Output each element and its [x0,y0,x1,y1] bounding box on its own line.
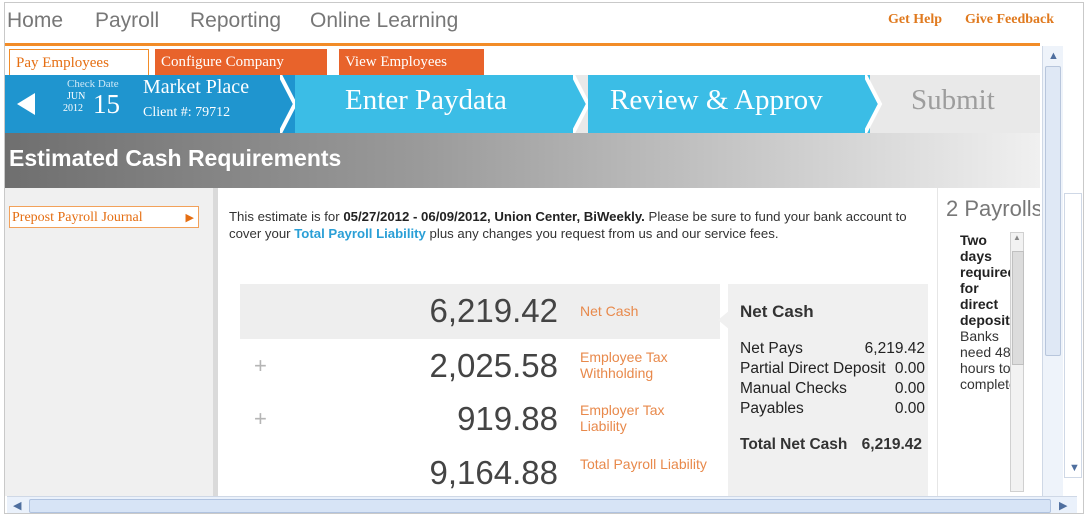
net-cash-detail-panel: Net Cash Net Pays 6,219.42 Partial Direc… [718,284,930,496]
nav-home[interactable]: Home [7,9,63,33]
horizontal-scrollbar[interactable]: ◀ ▶ [7,496,1077,513]
get-help-link[interactable]: Get Help [888,12,942,28]
net-cash-row: Partial Direct Deposit 0.00 [740,360,930,380]
amount-label: Employer Tax Liability [580,402,665,434]
outer-vertical-scrollbar[interactable]: ▼ [1064,193,1082,478]
scroll-down-icon[interactable]: ▼ [1069,462,1080,474]
step-submit-label: Submit [911,84,995,116]
notice-title: 2 Payrolls [946,196,1040,221]
vertical-scroll-thumb[interactable] [1045,66,1061,356]
total-label: Total Net Cash [740,436,848,453]
vertical-scrollbar[interactable]: ▲ [1042,46,1063,496]
tab-configure-company[interactable]: Configure Company [155,49,327,75]
wizard-step-review-approve[interactable]: Review & Approv [588,75,870,133]
row-value: 6,219.42 [864,340,925,358]
tab-view-employees[interactable]: View Employees [339,49,484,75]
scroll-left-icon[interactable]: ◀ [13,499,21,512]
amount-value: 919.88 [457,400,558,437]
scroll-up-icon[interactable]: ▲ [1048,50,1059,62]
intro-text-3: plus any changes you request from us and… [425,226,779,241]
amount-row-net-cash[interactable]: 6,219.42 Net Cash [240,284,720,339]
row-label: Manual Checks [740,380,847,397]
check-date-day: 15 [93,89,120,119]
journal-link-label: Prepost Payroll Journal [12,210,143,225]
notice-scroll-thumb[interactable] [1012,251,1024,365]
scroll-right-icon[interactable]: ▶ [1059,499,1067,512]
step-enter-paydata-label: Enter Paydata [345,84,507,116]
notice-body-text: Banks need 48 hours to complete [960,328,1017,392]
wizard-step-company[interactable]: Check Date JUN 2012 15 Market Place Clie… [49,75,295,133]
net-cash-row: Payables 0.00 [740,400,930,420]
step-review-label: Review & Approv [610,84,823,116]
row-label: Payables [740,400,804,417]
wizard-back-button[interactable] [5,75,49,133]
net-cash-panel-title: Net Cash [740,302,814,321]
payroll-notice-panel: 2 Payrolls Two days required for direct … [937,188,1040,496]
row-value: 0.00 [894,360,925,378]
amount-value: 9,164.88 [429,454,558,491]
top-navigation: Home Payroll Reporting Online Learning G… [5,3,1080,43]
row-label: Net Pays [740,340,803,357]
net-cash-row: Net Pays 6,219.42 [740,340,930,360]
amount-label: Total Payroll Liability [580,456,707,472]
row-value: 0.00 [894,400,925,418]
wizard-separator-icon [865,75,883,133]
cash-requirement-breakdown: 6,219.42 Net Cash + 2,025.58 Employee Ta… [240,284,730,496]
notice-message: Two days required for direct deposit Ban… [960,232,1017,392]
nav-online-learning[interactable]: Online Learning [310,9,458,33]
row-value: 0.00 [894,380,925,398]
give-feedback-link[interactable]: Give Feedback [965,12,1054,28]
page-title: Estimated Cash Requirements [9,145,342,171]
wizard-step-enter-paydata[interactable]: Enter Paydata [295,75,575,133]
amount-row-total-liability[interactable]: 9,164.88 Total Payroll Liability [240,446,720,496]
scroll-up-icon[interactable]: ▲ [1013,233,1021,242]
amount-label: Employee Tax Withholding [580,349,668,381]
page-header: Estimated Cash Requirements [5,133,1040,188]
tab-pay-employees[interactable]: Pay Employees [9,49,149,75]
notice-scrollbar[interactable]: ▲ [1010,232,1024,492]
horizontal-scroll-thumb[interactable] [29,499,1051,513]
amount-value: 2,025.58 [429,347,558,384]
browser-frame: Home Payroll Reporting Online Learning G… [4,2,1084,514]
check-date-month: JUN [67,91,86,102]
back-arrow-icon [17,93,35,115]
estimate-date-range: 05/27/2012 - 06/09/2012, Union Center, B… [343,209,645,224]
intro-text-1: This estimate is for [229,209,344,224]
left-sidebar: Prepost Payroll Journal ▶ [5,188,218,496]
notice-bold-text: Two days required for direct deposit [960,232,1017,328]
total-payroll-liability-link[interactable]: Total Payroll Liability [294,226,426,241]
main-content: Pay Employees Configure Company View Emp… [5,46,1040,496]
nav-reporting[interactable]: Reporting [190,9,281,33]
amount-row-employer-tax[interactable]: + 919.88 Employer Tax Liability [240,392,720,447]
nav-payroll[interactable]: Payroll [95,9,159,33]
amount-value: 6,219.42 [429,292,558,329]
net-cash-row: Manual Checks 0.00 [740,380,930,400]
amount-row-employee-tax[interactable]: + 2,025.58 Employee Tax Withholding [240,339,720,394]
row-label: Partial Direct Deposit [740,360,886,377]
company-name: Market Place [143,76,250,98]
prepost-payroll-journal-link[interactable]: Prepost Payroll Journal ▶ [9,206,199,228]
check-date-year: 2012 [63,103,83,114]
plus-icon: + [254,353,267,378]
total-net-cash-row: Total Net Cash 6,219.42 [740,436,922,454]
amount-label: Net Cash [580,303,639,319]
panel-pointer-icon [718,310,730,330]
payroll-wizard: Check Date JUN 2012 15 Market Place Clie… [5,75,1040,133]
plus-icon: + [254,406,267,431]
play-arrow-icon: ▶ [185,212,194,224]
total-value: 6,219.42 [861,436,922,454]
client-number: Client #: 79712 [143,105,231,120]
estimate-intro: This estimate is for 05/27/2012 - 06/09/… [229,208,929,242]
